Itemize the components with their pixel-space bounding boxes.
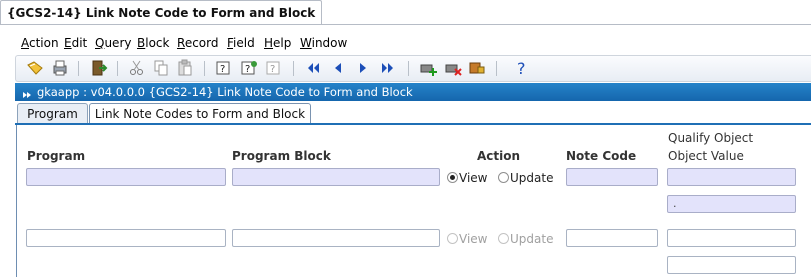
- window-tab[interactable]: {GCS2-14} Link Note Code to Form and Blo…: [0, 0, 323, 25]
- qualify-object-field[interactable]: [667, 229, 796, 247]
- tab-program[interactable]: Program: [17, 103, 88, 124]
- help-icon[interactable]: ?: [513, 59, 531, 77]
- program-block-field[interactable]: [232, 229, 440, 247]
- svg-text:?: ?: [270, 64, 275, 75]
- header-program: Program: [27, 149, 86, 163]
- menu-bar: Action Edit Query Block Record Field Hel…: [0, 34, 811, 52]
- copy-icon[interactable]: [152, 59, 170, 77]
- next-record-icon[interactable]: [354, 59, 372, 77]
- toolbar-separator: [496, 61, 497, 76]
- menu-field[interactable]: Field: [227, 34, 255, 52]
- action-view-label: View: [459, 232, 488, 246]
- toolbar-separator: [293, 61, 294, 76]
- action-view-label: View: [459, 171, 488, 185]
- menu-block[interactable]: Block: [137, 34, 169, 52]
- toolbar-separator: [117, 61, 118, 76]
- lock-record-icon[interactable]: [468, 59, 486, 77]
- previous-record-icon[interactable]: [329, 59, 347, 77]
- svg-text:?: ?: [220, 64, 225, 75]
- note-code-field[interactable]: [566, 229, 658, 247]
- header-qualify-object: Qualify Object: [668, 131, 754, 145]
- last-record-icon[interactable]: [379, 59, 397, 77]
- enter-query-icon[interactable]: ?: [215, 59, 233, 77]
- svg-text:?: ?: [245, 64, 250, 75]
- object-value-field[interactable]: [667, 256, 796, 274]
- menu-action[interactable]: Action: [21, 34, 59, 52]
- field-value: .: [673, 197, 677, 210]
- print-icon[interactable]: [51, 59, 69, 77]
- action-update-label: Update: [510, 232, 554, 246]
- header-note-code: Note Code: [566, 149, 637, 163]
- action-view-radio: [447, 233, 458, 244]
- svg-text:?: ?: [517, 59, 526, 77]
- program-field[interactable]: [26, 229, 226, 247]
- form-title-bar: gkaapp : v04.0.0.0 {GCS2-14} Link Note C…: [15, 83, 811, 101]
- program-block-field[interactable]: [232, 168, 440, 186]
- toolbar-separator: [408, 61, 409, 76]
- action-view-radio[interactable]: [447, 172, 458, 183]
- exit-icon[interactable]: [90, 59, 108, 77]
- window-tab-divider: [0, 24, 811, 25]
- insert-record-icon[interactable]: [419, 59, 437, 77]
- action-update-radio[interactable]: [498, 172, 509, 183]
- toolbar: ? ? ? ?: [15, 55, 811, 82]
- program-field[interactable]: [26, 168, 226, 186]
- tab-underline: [15, 123, 811, 125]
- menu-window[interactable]: Window: [300, 34, 347, 52]
- first-record-icon[interactable]: [304, 59, 322, 77]
- cut-icon[interactable]: [128, 59, 146, 77]
- paste-icon[interactable]: [176, 59, 194, 77]
- action-update-label: Update: [510, 171, 554, 185]
- execute-query-icon[interactable]: ?: [240, 59, 258, 77]
- menu-query[interactable]: Query: [95, 34, 131, 52]
- content-border: [16, 125, 17, 277]
- object-value-field[interactable]: .: [667, 195, 796, 213]
- header-program-block: Program Block: [232, 149, 331, 163]
- qualify-object-field[interactable]: [667, 168, 796, 186]
- save-icon[interactable]: [26, 59, 44, 77]
- header-object-value: Object Value: [668, 149, 744, 163]
- action-update-radio: [498, 233, 509, 244]
- toolbar-separator: [78, 61, 79, 76]
- header-action: Action: [477, 149, 521, 163]
- menu-help[interactable]: Help: [264, 34, 291, 52]
- note-code-field[interactable]: [566, 168, 658, 186]
- form-title: gkaapp : v04.0.0.0 {GCS2-14} Link Note C…: [37, 85, 413, 99]
- toolbar-separator: [204, 61, 205, 76]
- remove-record-icon[interactable]: [444, 59, 462, 77]
- menu-record[interactable]: Record: [177, 34, 218, 52]
- cancel-query-icon[interactable]: ?: [265, 59, 283, 77]
- tab-link-note-codes[interactable]: Link Note Codes to Form and Block: [89, 103, 311, 125]
- menu-edit[interactable]: Edit: [64, 34, 87, 52]
